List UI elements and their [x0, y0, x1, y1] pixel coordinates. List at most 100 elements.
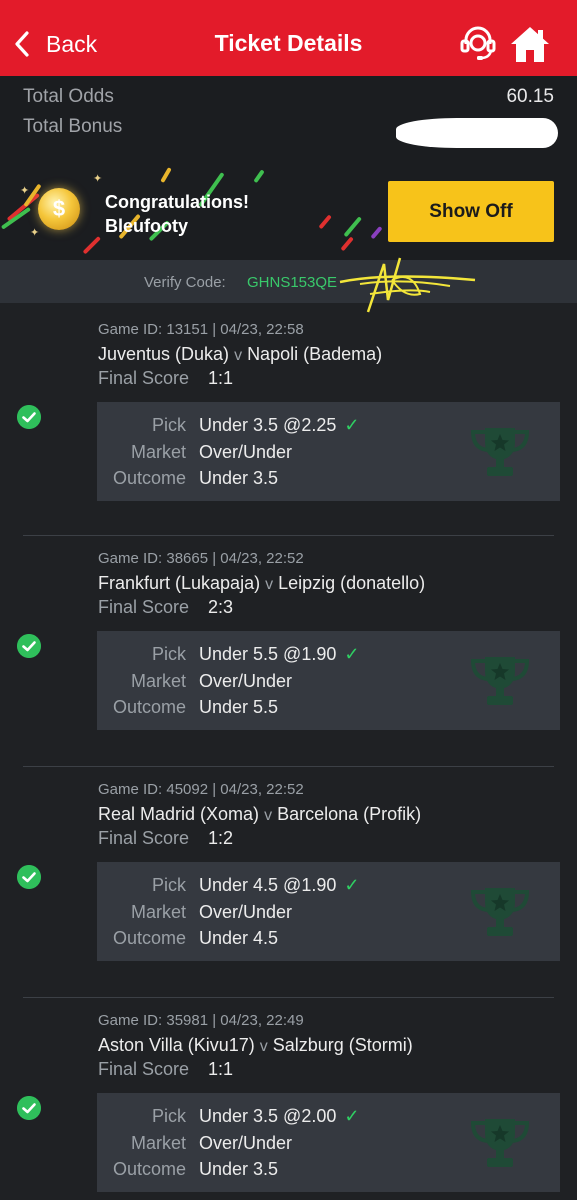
- pick-details: Pick Under 3.5 @2.00 ✓ Market Over/Under Outc…: [97, 1093, 560, 1192]
- sparkle-icon: ✦: [93, 173, 103, 185]
- home-team: Frankfurt (Lukapaja): [98, 573, 261, 593]
- outcome-value: Under 3.5: [199, 1159, 279, 1179]
- trophy-icon: [470, 428, 530, 476]
- home-team: Juventus (Duka): [98, 344, 230, 364]
- confetti-piece: [318, 214, 332, 230]
- trophy-icon: [470, 657, 530, 705]
- pick-details: Pick Under 3.5 @2.25 ✓ Market Over/Under Outc…: [97, 402, 560, 501]
- game-card: Game ID: 38665 | 04/23, 22:52 Frankfurt (…: [0, 535, 577, 766]
- pick-label: Pick: [151, 1106, 186, 1126]
- game-id-line: Game ID: 38665 | 04/23, 22:52: [98, 550, 304, 567]
- congrats-user: Bleufooty: [105, 216, 188, 236]
- market-value: Over/Under: [199, 442, 293, 462]
- check-circle-icon: [17, 865, 41, 889]
- final-score-value: 1:2: [208, 828, 234, 848]
- ticket-summary: Total Odds 60.15 Total Bonus ✦ ✦ ✦ $ Con…: [0, 76, 577, 260]
- away-team: Salzburg (Stormi): [272, 1035, 413, 1055]
- game-id-line: Game ID: 35981 | 04/23, 22:49: [98, 1012, 304, 1029]
- match-teams: Real Madrid (Xoma) v Barcelona (Profik): [98, 804, 421, 825]
- pick-value: Under 5.5 @1.90: [199, 644, 337, 664]
- sparkle-icon: ✦: [20, 185, 30, 197]
- congrats-message: Congratulations! Bleufooty: [105, 190, 249, 238]
- final-score-value: 2:3: [208, 597, 234, 617]
- outcome-value: Under 5.5: [199, 697, 279, 717]
- pick-value-row: Under 5.5 @1.90 ✓: [199, 644, 359, 665]
- away-team: Leipzig (donatello): [278, 573, 426, 593]
- final-score-value: 1:1: [208, 368, 234, 388]
- final-score-label: Final Score: [98, 597, 190, 617]
- pick-details: Pick Under 5.5 @1.90 ✓ Market Over/Under Outc…: [97, 631, 560, 730]
- market-value: Over/Under: [199, 671, 293, 691]
- trophy-icon: [470, 888, 530, 936]
- outcome-value: Under 3.5: [199, 468, 279, 488]
- outcome-label: Outcome: [112, 1159, 186, 1179]
- final-score-label: Final Score: [98, 1059, 190, 1079]
- away-team: Napoli (Badema): [247, 344, 383, 364]
- pick-label: Pick: [151, 875, 186, 895]
- game-card: Game ID: 13151 | 04/23, 22:58 Juventus (D…: [0, 306, 577, 537]
- check-mark-icon: ✓: [344, 875, 360, 895]
- check-mark-icon: ✓: [344, 1106, 360, 1126]
- market-label: Market: [130, 1133, 186, 1153]
- check-mark-icon: ✓: [344, 415, 360, 435]
- confetti-piece: [160, 167, 172, 183]
- versus-label: v: [259, 1038, 268, 1055]
- market-value: Over/Under: [199, 902, 293, 922]
- pick-value-row: Under 3.5 @2.25 ✓: [199, 415, 359, 436]
- home-team: Aston Villa (Kivu17): [98, 1035, 255, 1055]
- check-circle-icon: [17, 634, 41, 658]
- confetti-piece: [370, 225, 383, 240]
- bonus-redaction: [396, 118, 558, 148]
- check-mark-icon: ✓: [344, 644, 360, 664]
- outcome-value: Under 4.5: [199, 928, 279, 948]
- pick-value: Under 3.5 @2.25: [199, 415, 337, 435]
- away-team: Barcelona (Profik): [277, 804, 422, 824]
- pick-label: Pick: [151, 644, 186, 664]
- card-divider: [23, 766, 554, 767]
- top-bar: Back Ticket Details: [0, 0, 577, 76]
- market-label: Market: [130, 442, 186, 462]
- pick-value-row: Under 3.5 @2.00 ✓: [199, 1106, 359, 1127]
- pick-label: Pick: [151, 415, 186, 435]
- card-divider: [23, 535, 554, 536]
- versus-label: v: [234, 347, 243, 364]
- confetti-piece: [253, 169, 265, 184]
- total-bonus-label: Total Bonus: [23, 116, 123, 137]
- final-score-label: Final Score: [98, 368, 190, 388]
- game-id-line: Game ID: 45092 | 04/23, 22:52: [98, 781, 304, 798]
- game-id-line: Game ID: 13151 | 04/23, 22:58: [98, 321, 304, 338]
- coin-icon: $: [38, 188, 80, 230]
- confetti-piece: [343, 216, 362, 238]
- home-team: Real Madrid (Xoma): [98, 804, 260, 824]
- total-odds-label: Total Odds: [23, 86, 114, 107]
- sparkle-icon: ✦: [30, 227, 40, 239]
- show-off-button[interactable]: Show Off: [388, 181, 554, 242]
- verify-code-label: Verify Code:: [144, 274, 226, 291]
- final-score-value: 1:1: [208, 1059, 234, 1079]
- game-card: Game ID: 35981 | 04/23, 22:49 Aston Villa…: [0, 997, 577, 1200]
- market-label: Market: [130, 671, 186, 691]
- pick-value-row: Under 4.5 @1.90 ✓: [199, 875, 359, 896]
- match-teams: Juventus (Duka) v Napoli (Badema): [98, 344, 382, 365]
- final-score-label: Final Score: [98, 828, 190, 848]
- pick-details: Pick Under 4.5 @1.90 ✓ Market Over/Under Outc…: [97, 862, 560, 961]
- outcome-label: Outcome: [112, 468, 186, 488]
- game-card: Game ID: 45092 | 04/23, 22:52 Real Madrid…: [0, 766, 577, 997]
- card-divider: [23, 997, 554, 998]
- match-teams: Aston Villa (Kivu17) v Salzburg (Stormi): [98, 1035, 413, 1056]
- versus-label: v: [264, 807, 273, 824]
- outcome-label: Outcome: [112, 697, 186, 717]
- total-odds-value: 60.15: [506, 86, 554, 107]
- match-teams: Frankfurt (Lukapaja) v Leipzig (donatello): [98, 573, 425, 594]
- home-icon[interactable]: [509, 24, 551, 64]
- outcome-label: Outcome: [112, 928, 186, 948]
- pick-value: Under 4.5 @1.90: [199, 875, 337, 895]
- headset-icon[interactable]: [459, 26, 497, 62]
- check-circle-icon: [17, 1096, 41, 1120]
- pick-value: Under 3.5 @2.00: [199, 1106, 337, 1126]
- confetti-piece: [82, 236, 101, 255]
- market-label: Market: [130, 902, 186, 922]
- check-circle-icon: [17, 405, 41, 429]
- market-value: Over/Under: [199, 1133, 293, 1153]
- congrats-title: Congratulations!: [105, 192, 249, 212]
